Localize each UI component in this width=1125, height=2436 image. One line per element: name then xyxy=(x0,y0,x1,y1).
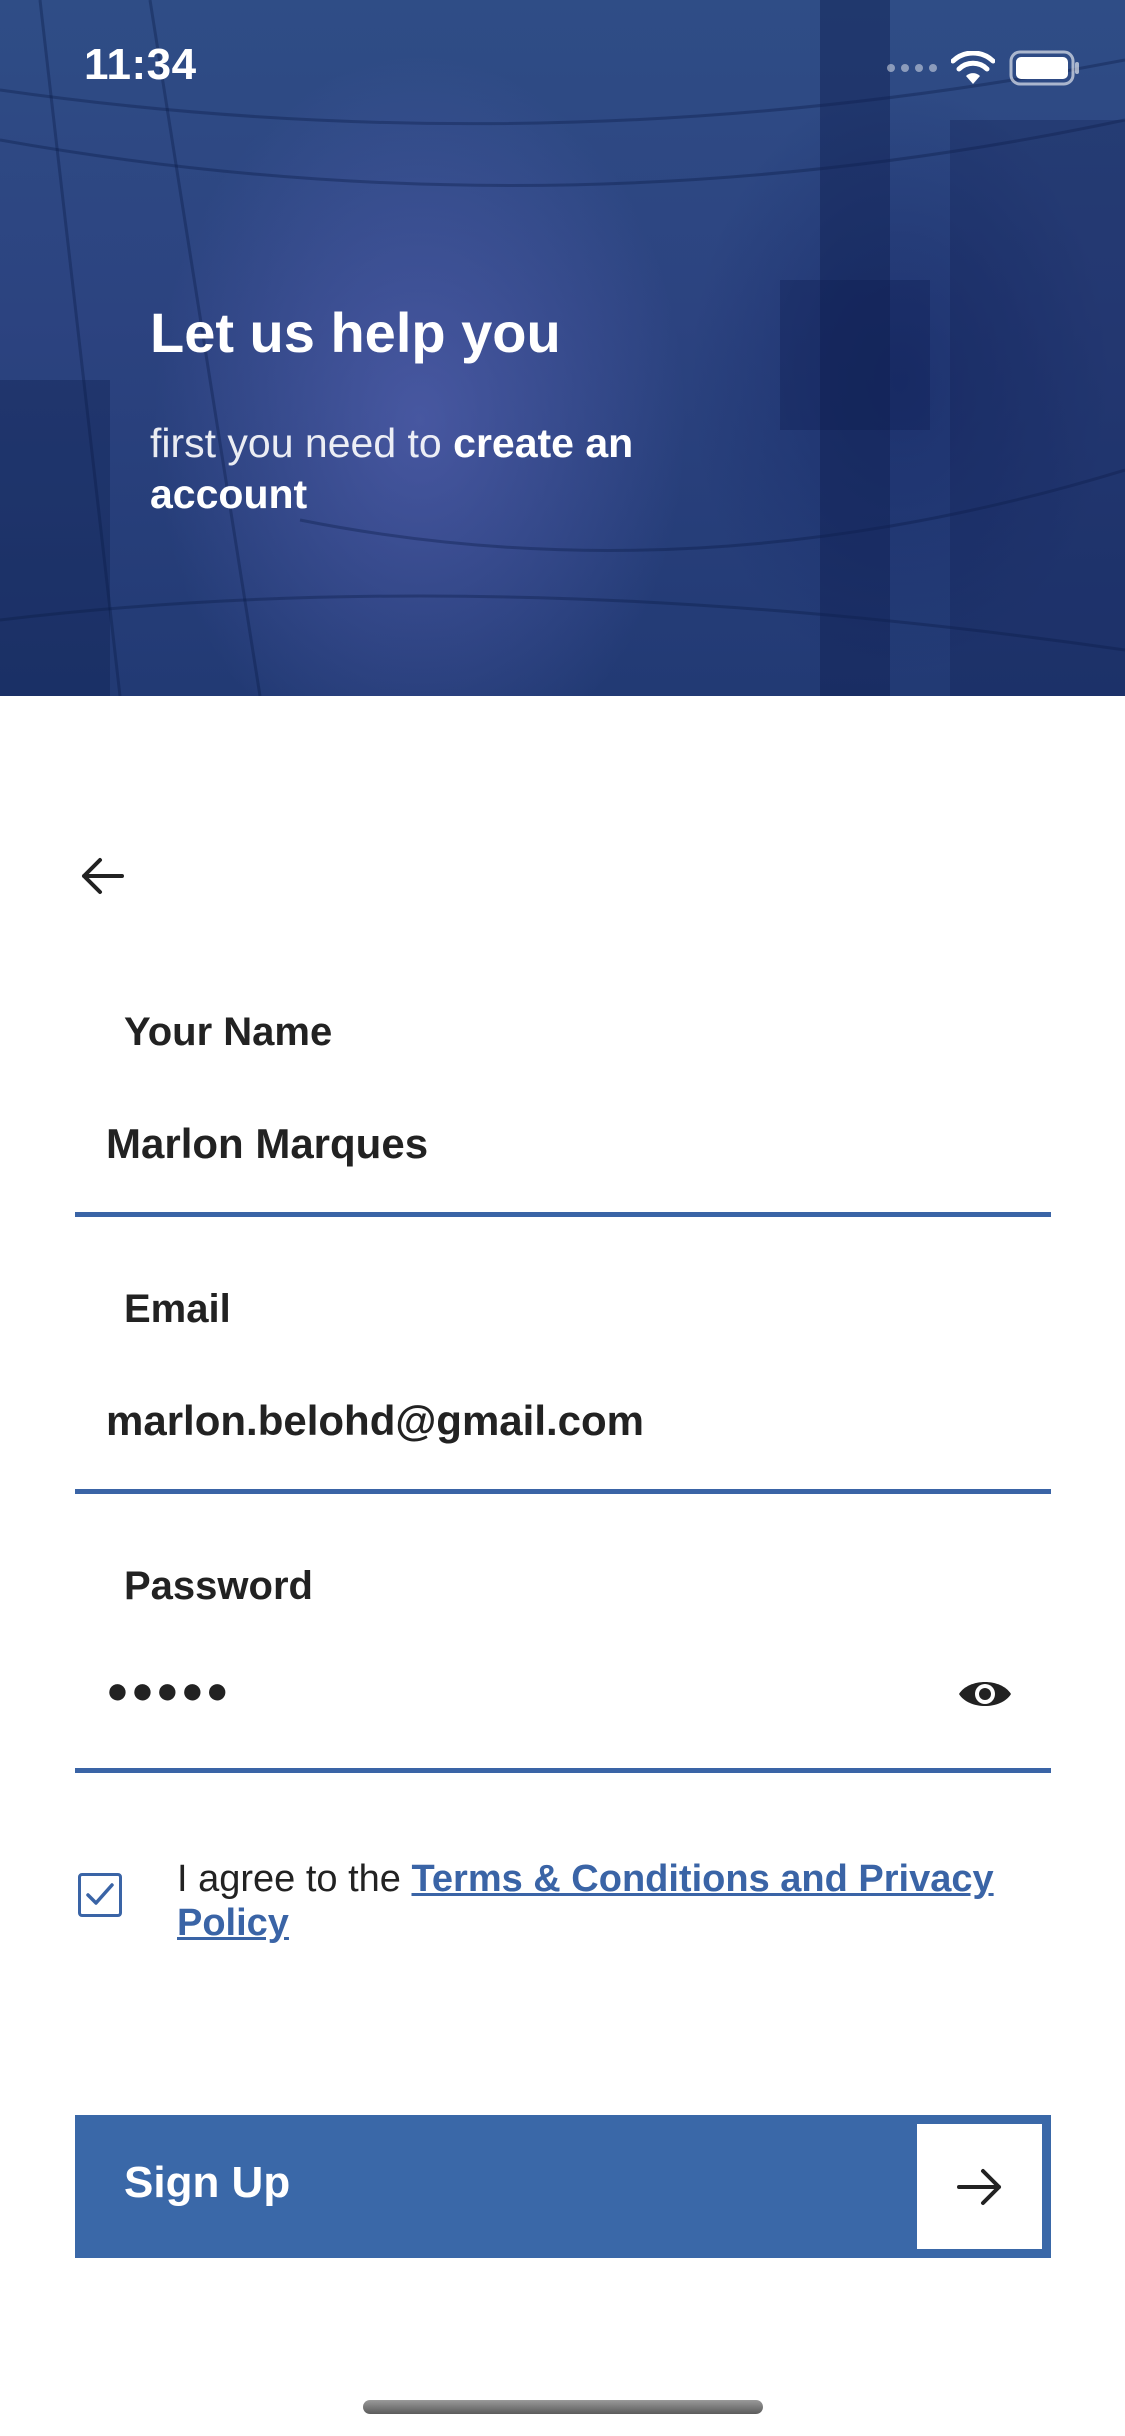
signup-button[interactable]: Sign Up xyxy=(75,2115,1051,2258)
status-icons xyxy=(887,48,1081,88)
hero-subtitle: first you need to create an account xyxy=(150,418,710,520)
wifi-icon xyxy=(951,51,995,84)
email-input[interactable]: marlon.belohd@gmail.com xyxy=(106,1397,644,1445)
signup-label: Sign Up xyxy=(124,2158,291,2207)
name-input[interactable]: Marlon Marques xyxy=(106,1120,428,1168)
status-time: 11:34 xyxy=(84,40,197,89)
battery-icon xyxy=(1009,50,1079,86)
back-button[interactable] xyxy=(74,848,130,904)
signal-icon xyxy=(887,64,937,72)
hero-title: Let us help you xyxy=(150,301,561,364)
name-underline xyxy=(75,1212,1051,1217)
arrow-left-icon xyxy=(82,858,124,894)
email-field[interactable]: Email marlon.belohd@gmail.com xyxy=(75,1287,1051,1497)
terms-text: I agree to the Terms & Conditions and Pr… xyxy=(177,1857,1057,1945)
email-label: Email xyxy=(124,1287,231,1331)
terms-checkbox[interactable] xyxy=(78,1873,122,1917)
signup-arrow-box xyxy=(917,2124,1042,2249)
terms-prefix: I agree to the xyxy=(177,1858,401,1900)
eye-icon[interactable] xyxy=(957,1674,1013,1714)
checkmark-icon xyxy=(86,1883,114,1905)
home-indicator[interactable] xyxy=(363,2400,763,2414)
name-label: Your Name xyxy=(124,1010,333,1054)
password-input[interactable]: ●●●●● xyxy=(106,1670,231,1713)
name-field[interactable]: Your Name Marlon Marques xyxy=(75,1010,1051,1220)
hero-subtitle-light: first you need to xyxy=(150,420,442,466)
hero-header: 11:34 Let us help you first you need to … xyxy=(0,0,1125,696)
email-underline xyxy=(75,1489,1051,1494)
password-label: Password xyxy=(124,1564,313,1608)
password-field[interactable]: Password ●●●●● xyxy=(75,1564,1051,1774)
password-underline xyxy=(75,1768,1051,1773)
arrow-right-icon xyxy=(956,2168,1001,2205)
